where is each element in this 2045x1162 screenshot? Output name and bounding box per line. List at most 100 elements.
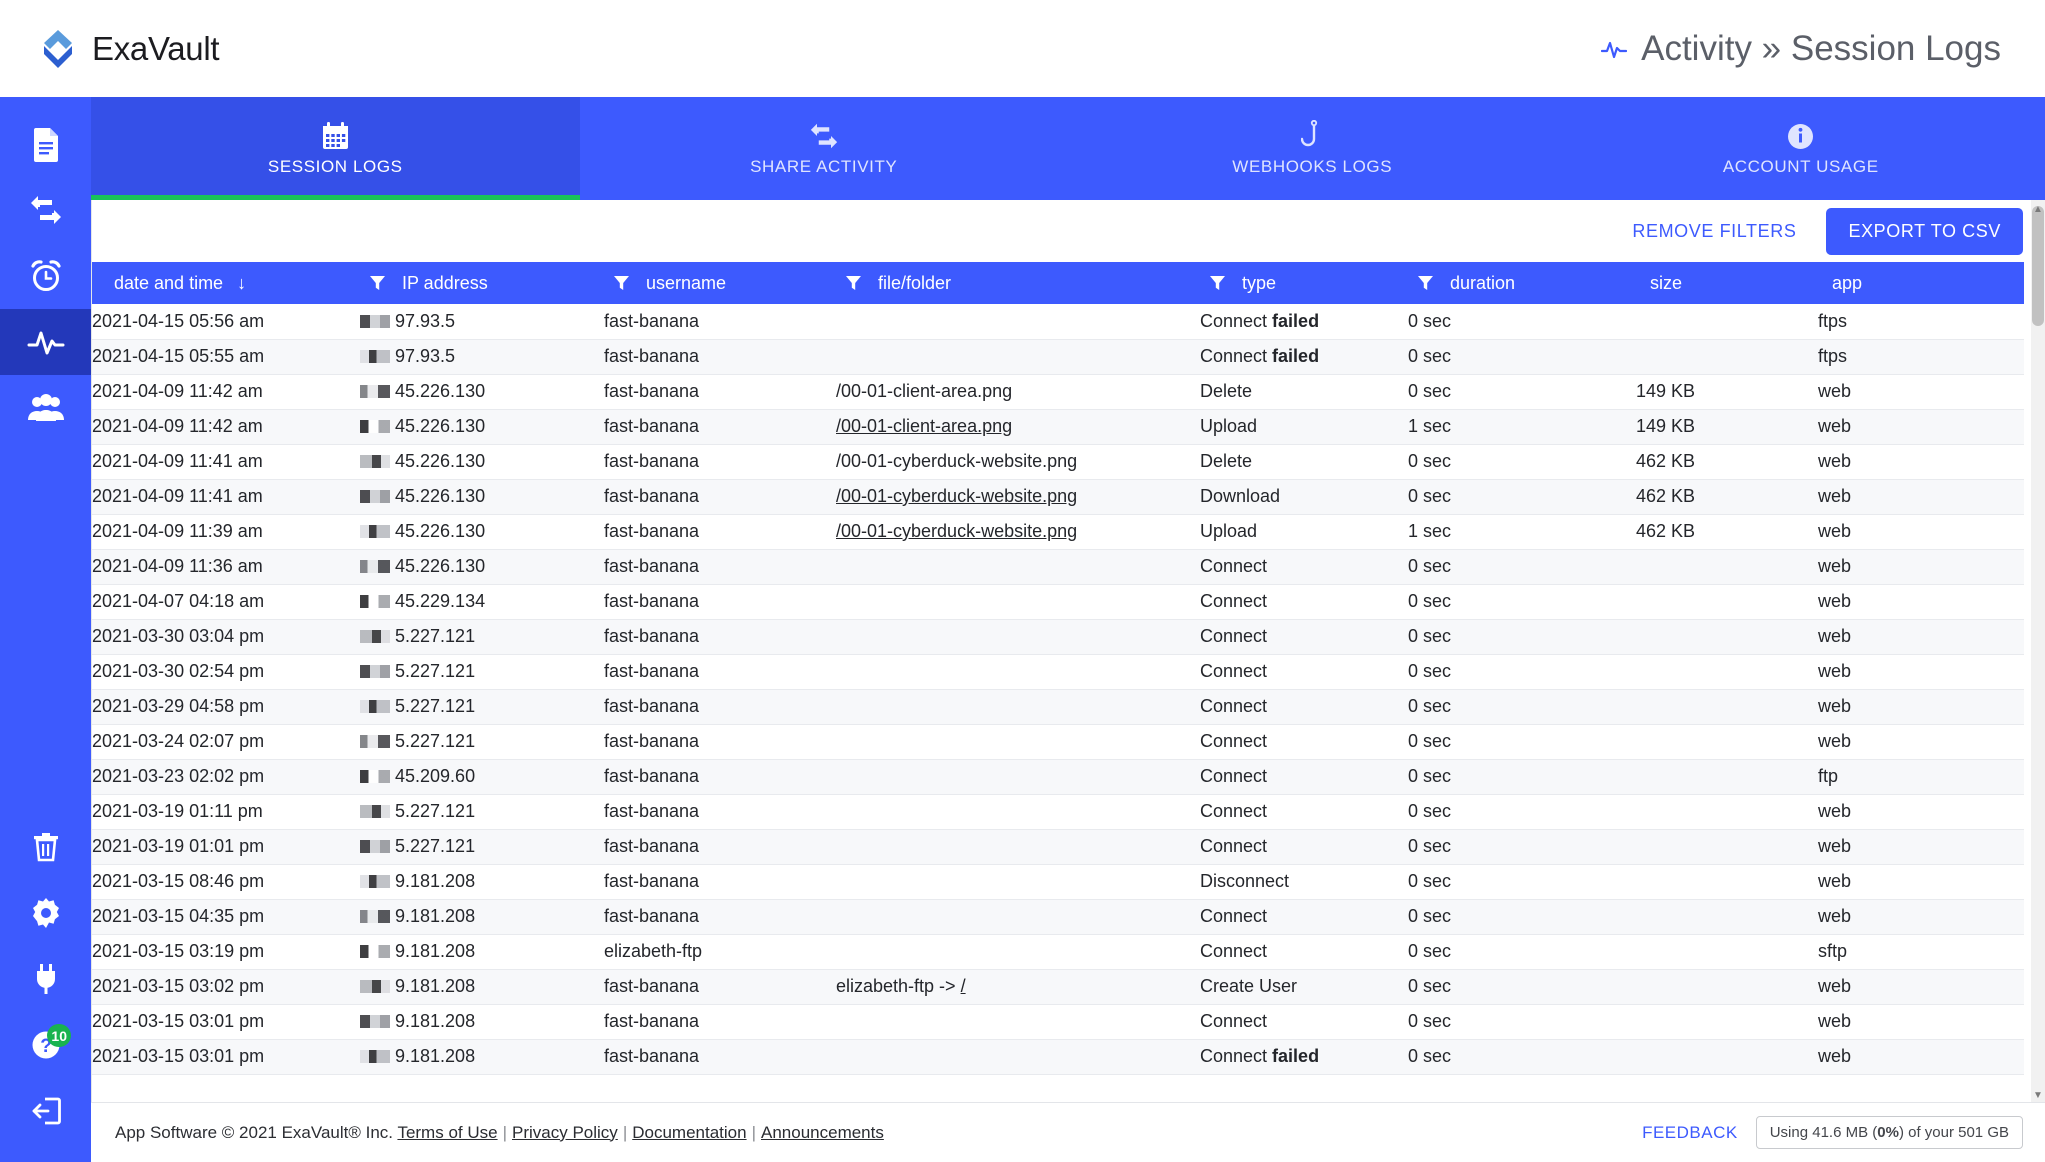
sidebar-item-help[interactable]: ? 10 (0, 1012, 91, 1078)
cell-username: fast-banana (604, 339, 836, 375)
filter-funnel-icon[interactable] (604, 274, 638, 292)
file-link[interactable]: /00-01-cyberduck-website.png (836, 521, 1077, 541)
type-status: failed (1272, 310, 1320, 331)
table-row[interactable]: 2021-03-23 02:02 pm 45.209.60 fast-banana C… (92, 759, 2024, 795)
table-row[interactable]: 2021-03-29 04:58 pm 5.227.121 fast-banana C… (92, 689, 2024, 725)
session-logs-table-wrap: date and time ↓ IP address username file… (92, 262, 2045, 1075)
file-link[interactable]: / (961, 976, 966, 996)
file-link[interactable]: /00-01-client-area.png (836, 416, 1012, 436)
column-label: IP address (402, 272, 488, 293)
column-header-type[interactable]: type (1200, 262, 1408, 304)
vertical-scrollbar-thumb[interactable] (2032, 206, 2044, 326)
tab-webhooks-logs[interactable]: WEBHOOKS LOGS (1068, 97, 1557, 200)
column-header-duration[interactable]: duration (1408, 262, 1636, 304)
sidebar-item-users[interactable] (0, 375, 91, 441)
table-row[interactable]: 2021-03-24 02:07 pm 5.227.121 fast-banana C… (92, 724, 2024, 760)
table-row[interactable]: 2021-03-15 03:01 pm 9.181.208 fast-banana C… (92, 1004, 2024, 1040)
cell-date: 2021-04-15 05:55 am (92, 339, 360, 375)
cell-file-folder (836, 724, 1200, 760)
cell-duration: 0 sec (1408, 1004, 1636, 1040)
table-row[interactable]: 2021-03-15 03:01 pm 9.181.208 fast-banana C… (92, 1039, 2024, 1075)
column-header-date[interactable]: date and time ↓ (92, 262, 360, 304)
table-row[interactable]: 2021-04-15 05:56 am 97.93.5 fast-banana Con… (92, 304, 2024, 340)
sidebar-item-logout[interactable] (0, 1078, 91, 1144)
column-header-app[interactable]: app (1818, 262, 2024, 304)
sort-descending-icon[interactable]: ↓ (237, 273, 246, 294)
cell-app: web (1818, 829, 2024, 865)
table-row[interactable]: 2021-04-07 04:18 am 45.229.134 fast-banana… (92, 584, 2024, 620)
tab-account-usage[interactable]: ACCOUNT USAGE (1557, 97, 2045, 200)
cell-app: web (1818, 444, 2024, 480)
sidebar-item-activity[interactable] (0, 309, 91, 375)
tab-label: SHARE ACTIVITY (750, 157, 898, 176)
redacted-octet-icon (360, 945, 390, 958)
scroll-down-arrow[interactable]: ▼ (2033, 1090, 2043, 1101)
cell-username: fast-banana (604, 1039, 836, 1075)
table-row[interactable]: 2021-03-15 03:19 pm 9.181.208 elizabeth-ft… (92, 934, 2024, 970)
footer-separator: | (622, 1122, 628, 1142)
tab-share-activity[interactable]: SHARE ACTIVITY (580, 97, 1069, 200)
sidebar-item-files[interactable] (0, 111, 91, 177)
tab-bar: SESSION LOGS SHARE ACTIVITY WEBHOOKS LOG… (91, 97, 2045, 200)
copyright-text: App Software © 2021 ExaVault® Inc. (115, 1122, 394, 1142)
table-row[interactable]: 2021-03-15 08:46 pm 9.181.208 fast-banana D… (92, 864, 2024, 900)
table-row[interactable]: 2021-04-09 11:36 am 45.226.130 fast-banana… (92, 549, 2024, 585)
cell-file-folder (836, 339, 1200, 375)
export-to-csv-button[interactable]: EXPORT TO CSV (1826, 207, 2023, 255)
table-row[interactable]: 2021-03-30 02:54 pm 5.227.121 fast-banana C… (92, 654, 2024, 690)
table-row[interactable]: 2021-04-09 11:41 am 45.226.130 fast-banana… (92, 444, 2024, 480)
footer-separator: | (751, 1122, 756, 1142)
table-row[interactable]: 2021-04-09 11:39 am 45.226.130 fast-banana… (92, 514, 2024, 550)
tab-label: SESSION LOGS (267, 157, 403, 176)
quota-percent: 0% (1877, 1124, 1899, 1141)
sidebar-item-settings[interactable] (0, 880, 91, 946)
column-header-file[interactable]: file/folder (836, 262, 1200, 304)
cell-type: Connect (1200, 759, 1408, 795)
cell-app: web (1818, 1004, 2024, 1040)
filter-funnel-icon[interactable] (1408, 274, 1442, 292)
cell-ip-address: 9.181.208 (360, 899, 604, 935)
file-link[interactable]: /00-01-cyberduck-website.png (836, 486, 1077, 506)
table-row[interactable]: 2021-04-09 11:42 am 45.226.130 fast-banana… (92, 374, 2024, 410)
filter-funnel-icon[interactable] (360, 274, 394, 292)
scroll-up-arrow[interactable]: ▲ (2033, 204, 2043, 215)
remove-filters-button[interactable]: REMOVE FILTERS (1622, 213, 1806, 250)
sidebar-item-trash[interactable] (0, 814, 91, 880)
cell-file-folder: /00-01-cyberduck-website.png (836, 479, 1200, 515)
cell-app: sftp (1818, 934, 2024, 970)
table-row[interactable]: 2021-04-09 11:42 am 45.226.130 fast-banana… (92, 409, 2024, 445)
table-row[interactable]: 2021-03-19 01:11 pm 5.227.121 fast-banana C… (92, 794, 2024, 830)
filter-funnel-icon[interactable] (1200, 274, 1234, 292)
alarm-clock-icon (29, 259, 63, 293)
table-row[interactable]: 2021-04-15 05:55 am 97.93.5 fast-banana Con… (92, 339, 2024, 375)
sidebar-item-scheduled[interactable] (0, 243, 91, 309)
footer-link-announcements[interactable]: Announcements (761, 1123, 884, 1142)
brand[interactable]: ExaVault (38, 28, 220, 70)
column-header-username[interactable]: username (604, 262, 836, 304)
vertical-scrollbar-track[interactable] (2031, 200, 2045, 1102)
feedback-button[interactable]: FEEDBACK (1642, 1123, 1738, 1143)
table-row[interactable]: 2021-04-09 11:41 am 45.226.130 fast-banana… (92, 479, 2024, 515)
column-header-size[interactable]: size (1636, 262, 1818, 304)
cell-size (1636, 584, 1818, 620)
tab-session-logs[interactable]: SESSION LOGS (91, 97, 580, 200)
column-header-ip[interactable]: IP address (360, 262, 604, 304)
redacted-octet-icon (360, 560, 390, 573)
table-row[interactable]: 2021-03-19 01:01 pm 5.227.121 fast-banana C… (92, 829, 2024, 865)
sidebar-item-integrations[interactable] (0, 946, 91, 1012)
footer-link-terms[interactable]: Terms of Use (397, 1123, 497, 1142)
footer-link-privacy[interactable]: Privacy Policy (512, 1123, 618, 1142)
redacted-octet-icon (360, 1015, 390, 1028)
filter-funnel-icon[interactable] (836, 274, 870, 292)
table-row[interactable]: 2021-03-15 04:35 pm 9.181.208 fast-banana C… (92, 899, 2024, 935)
column-label: duration (1450, 272, 1516, 293)
table-row[interactable]: 2021-03-15 03:02 pm 9.181.208 fast-banana e… (92, 969, 2024, 1005)
table-row[interactable]: 2021-03-30 03:04 pm 5.227.121 fast-banana C… (92, 619, 2024, 655)
cell-size (1636, 339, 1818, 375)
table-header-row: date and time ↓ IP address username file… (92, 262, 2024, 304)
sidebar-item-share[interactable] (0, 177, 91, 243)
redacted-octet-icon (360, 770, 390, 783)
cell-ip-address: 9.181.208 (360, 934, 604, 970)
cell-duration: 0 sec (1408, 724, 1636, 760)
footer-link-documentation[interactable]: Documentation (632, 1123, 746, 1142)
